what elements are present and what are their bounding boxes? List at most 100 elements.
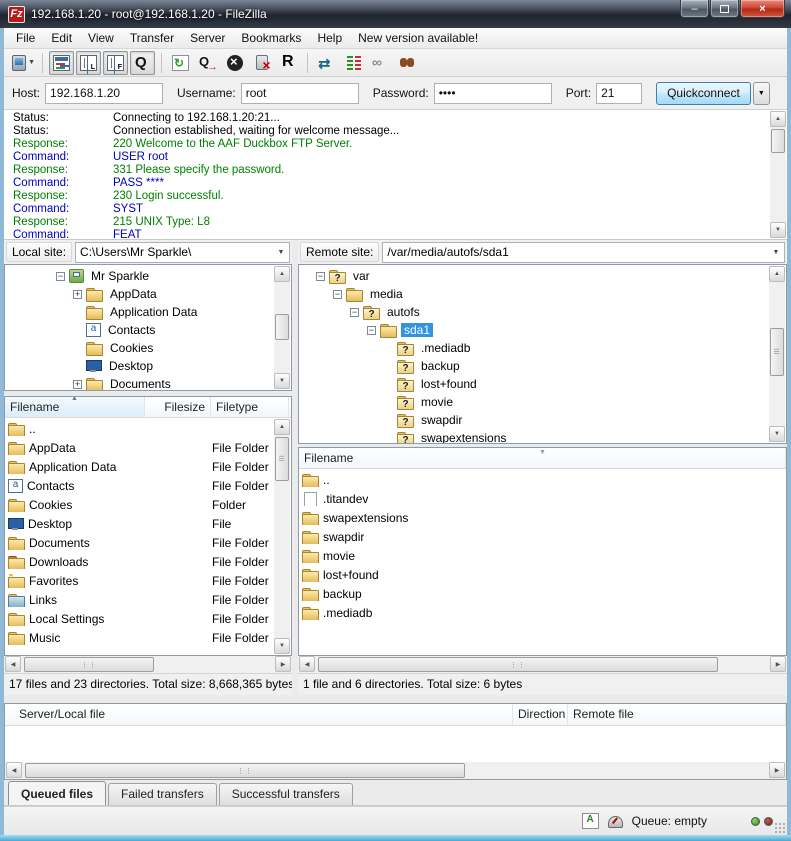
scroll-left-icon[interactable]: ◀ [299,656,315,672]
disconnect-button[interactable] [249,51,274,75]
file-row-[interactable]: .. [5,419,291,438]
file-row-titandev[interactable]: .titandev [299,489,786,508]
file-row-music[interactable]: MusicFile Folder [5,628,291,647]
password-input[interactable] [434,83,552,104]
host-input[interactable] [45,83,163,104]
toggle-local-tree-button[interactable] [76,51,101,75]
file-row-downloads[interactable]: DownloadsFile Folder [5,552,291,571]
cancel-button[interactable] [222,51,247,75]
collapse-icon[interactable]: − [333,290,342,299]
remote-tree-item-mediadb[interactable]: .mediadb [299,339,786,357]
remote-tree-item-movie[interactable]: movie [299,393,786,411]
scroll-thumb[interactable]: ⋮⋮ [318,657,718,671]
chevron-down-icon[interactable]: ▼ [768,243,784,262]
local-tree-item-appdata[interactable]: +AppData [5,285,291,303]
toggle-queue-button[interactable] [130,51,155,75]
scroll-thumb[interactable]: ☰ [770,328,784,376]
minimize-button[interactable]: – [680,0,709,18]
local-tree-vscrollbar[interactable]: ▲ ▼ [274,266,290,389]
message-log-vscrollbar[interactable]: ▲ ▼ [770,111,786,238]
scroll-up-icon[interactable]: ▲ [769,266,785,282]
remote-site-combobox[interactable]: /var/media/autofs/sda1 ▼ [382,242,785,263]
chevron-down-icon[interactable]: ▼ [273,243,289,262]
menu-item-file[interactable]: File [8,29,43,47]
close-button[interactable]: × [740,0,785,18]
remote-tree-item-backup[interactable]: backup [299,357,786,375]
synchronized-browsing-button[interactable] [341,51,366,75]
local-tree-item-documents[interactable]: +Documents [5,375,291,390]
menu-item-edit[interactable]: Edit [43,29,80,47]
file-row-desktop[interactable]: DesktopFile [5,514,291,533]
menu-item-help[interactable]: Help [309,29,350,47]
collapse-icon[interactable]: − [56,272,65,281]
port-input[interactable] [596,83,642,104]
remote-tree-item-sda1[interactable]: −sda1 [299,321,786,339]
expand-icon[interactable]: + [73,290,82,299]
expand-icon[interactable]: + [73,380,82,389]
splitter-collapse-icon[interactable]: ▼ [539,449,546,456]
remote-tree-item-swapdir[interactable]: swapdir [299,411,786,429]
scroll-up-icon[interactable]: ▲ [274,419,290,435]
menu-item-bookmarks[interactable]: Bookmarks [233,29,309,47]
remote-tree-item-var[interactable]: −var [299,267,786,285]
local-tree-item-desktop[interactable]: Desktop [5,357,291,375]
remote-tree-vscrollbar[interactable]: ▲ ☰ ▼ [769,266,785,442]
chevron-down-icon[interactable]: ▼ [28,59,35,66]
remote-tree-item-swapextensions[interactable]: swapextensions [299,429,786,443]
remote-tree-item-lost-found[interactable]: lost+found [299,375,786,393]
local-tree-item-contacts[interactable]: Contacts [5,321,291,339]
file-row-[interactable]: .. [299,470,786,489]
scroll-left-icon[interactable]: ◀ [6,762,22,778]
collapse-icon[interactable]: − [316,272,325,281]
scroll-down-icon[interactable]: ▼ [770,222,786,238]
file-search-button[interactable] [395,51,420,75]
menu-item-server[interactable]: Server [182,29,233,47]
reconnect-button[interactable] [276,51,301,75]
menu-item-new-version-available[interactable]: New version available! [350,29,486,47]
remote-tree-item-autofs[interactable]: −autofs [299,303,786,321]
quickconnect-button[interactable]: Quickconnect [656,82,751,105]
queue-column-remote-file[interactable]: Remote file [568,704,786,725]
file-row-lost-found[interactable]: lost+found [299,565,786,584]
file-row-cookies[interactable]: CookiesFolder [5,495,291,514]
scroll-thumb[interactable]: ⋮⋮ [25,763,465,778]
remote-list-hscrollbar[interactable]: ◀ ⋮⋮ ▶ [298,656,787,672]
maximize-button[interactable] [710,0,739,18]
title-bar[interactable]: Fz 192.168.1.20 - root@192.168.1.20 - Fi… [0,0,791,28]
column-header-filetype[interactable]: Filetype [211,397,289,417]
file-row-documents[interactable]: DocumentsFile Folder [5,533,291,552]
local-tree-item-cookies[interactable]: Cookies [5,339,291,357]
file-row-application-data[interactable]: Application DataFile Folder [5,457,291,476]
scroll-left-icon[interactable]: ◀ [5,656,21,672]
queue-splitter[interactable] [4,695,787,703]
file-row-swapdir[interactable]: swapdir [299,527,786,546]
menu-item-view[interactable]: View [80,29,122,47]
site-manager-button[interactable]: ▼ [11,51,36,75]
tab-successful-transfers[interactable]: Successful transfers [219,783,353,805]
file-row-favorites[interactable]: FavoritesFile Folder [5,571,291,590]
scroll-thumb[interactable]: ⋮⋮ [24,657,154,671]
file-row-appdata[interactable]: AppDataFile Folder [5,438,291,457]
column-header-filesize[interactable]: Filesize [145,397,211,417]
scroll-right-icon[interactable]: ▶ [769,762,785,778]
resize-grip[interactable] [775,823,785,833]
scroll-thumb[interactable] [771,129,785,153]
local-tree-item-mr-sparkle[interactable]: −Mr Sparkle [5,267,291,285]
scroll-thumb[interactable] [275,314,289,340]
toggle-remote-tree-button[interactable] [103,51,128,75]
transfer-type-icon[interactable] [582,813,599,829]
file-row-backup[interactable]: backup [299,584,786,603]
column-header-filename[interactable]: Filename▲ [5,397,145,417]
directory-comparison-button[interactable] [314,51,339,75]
scroll-thumb[interactable]: ☰ [275,437,289,481]
scroll-up-icon[interactable]: ▲ [770,111,786,127]
local-tree-item-application-data[interactable]: Application Data [5,303,291,321]
collapse-icon[interactable]: − [367,326,376,335]
file-row-links[interactable]: LinksFile Folder [5,590,291,609]
scroll-down-icon[interactable]: ▼ [769,426,785,442]
queue-hscrollbar[interactable]: ◀ ⋮⋮ ▶ [5,762,786,779]
remote-tree-item-media[interactable]: −media [299,285,786,303]
local-site-combobox[interactable]: C:\Users\Mr Sparkle\ ▼ [75,242,290,263]
file-row-contacts[interactable]: ContactsFile Folder [5,476,291,495]
local-list-hscrollbar[interactable]: ◀ ⋮⋮ ▶ [4,656,292,672]
